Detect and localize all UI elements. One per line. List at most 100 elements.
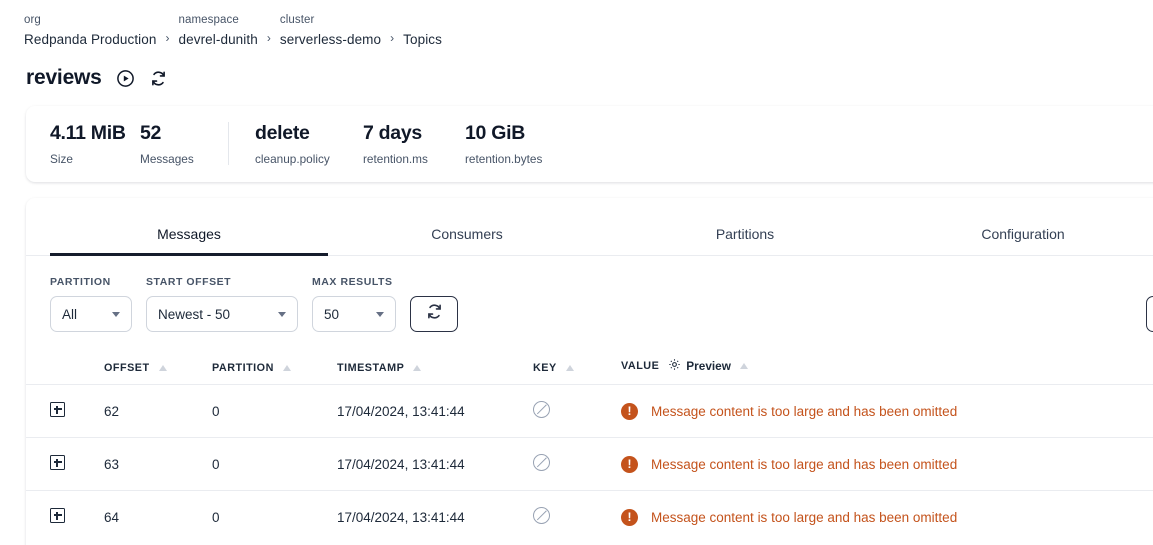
stat-messages-label: Messages <box>140 151 194 166</box>
message-filters: PARTITION All START OFFSET Newest - 50 M… <box>26 256 1153 332</box>
partition-filter: PARTITION All <box>50 276 132 332</box>
row-expand-cell <box>26 385 104 438</box>
row-expand-cell <box>26 491 104 544</box>
stat-messages: 52 Messages <box>140 122 220 165</box>
row-offset: 63 <box>104 456 120 472</box>
row-value: ! Message content is too large and has b… <box>621 491 1153 544</box>
breadcrumb-value-topics[interactable]: Topics <box>403 32 442 47</box>
play-circle-icon[interactable] <box>116 69 135 88</box>
table-header-key: KEY <box>533 350 621 385</box>
table-header-key-label: KEY <box>533 362 557 374</box>
sort-ascending-icon[interactable] <box>282 365 291 371</box>
actions-button[interactable]: Actions <box>1146 296 1153 332</box>
stat-size: 4.11 MiB Size <box>50 122 140 165</box>
tab-partitions[interactable]: Partitions <box>606 198 884 255</box>
table-header-expand <box>26 350 104 385</box>
row-value: ! Message content is too large and has b… <box>621 438 1153 491</box>
row-value-text: Message content is too large and has bee… <box>651 509 958 525</box>
breadcrumb-kicker-namespace: namespace <box>178 14 239 26</box>
row-value-text: Message content is too large and has bee… <box>651 403 958 419</box>
row-key <box>533 491 621 544</box>
row-key <box>533 438 621 491</box>
stat-retention-bytes-label: retention.bytes <box>465 151 543 166</box>
table-header-offset: OFFSET <box>104 350 212 385</box>
preview-settings-button[interactable]: Preview <box>668 358 731 374</box>
messages-table: OFFSET PARTITION TIMESTAMP KEY VALUE Pre… <box>26 350 1153 543</box>
stat-retention-ms-value: 7 days <box>363 122 422 145</box>
breadcrumb-item-topics[interactable]: Topics <box>403 32 442 47</box>
sort-ascending-icon[interactable] <box>413 365 422 371</box>
table-row[interactable]: 63 0 17/04/2024, 13:41:44 ! Message cont… <box>26 437 1153 491</box>
stat-size-label: Size <box>50 151 73 166</box>
max-results-filter-label: MAX RESULTS <box>312 276 393 288</box>
stat-size-value: 4.11 MiB <box>50 122 126 145</box>
max-results-select[interactable]: 50 <box>312 296 396 332</box>
row-offset: 64 <box>104 509 120 525</box>
page-title: reviews <box>26 66 102 89</box>
sort-ascending-icon[interactable] <box>565 365 574 371</box>
table-header-offset-label: OFFSET <box>104 362 150 374</box>
row-offset: 62 <box>104 403 120 419</box>
stat-retention-bytes: 10 GiB retention.bytes <box>465 122 575 165</box>
null-icon <box>533 401 550 418</box>
max-results-filter: MAX RESULTS 50 <box>312 276 396 332</box>
row-partition: 0 <box>212 509 220 525</box>
breadcrumb-value-cluster[interactable]: serverless-demo <box>280 32 381 47</box>
table-header-value-label: VALUE <box>621 360 660 372</box>
start-offset-filter-label: START OFFSET <box>146 276 232 288</box>
start-offset-select[interactable]: Newest - 50 <box>146 296 298 332</box>
breadcrumb-item-org[interactable]: org Redpanda Production <box>24 14 157 47</box>
stat-messages-value: 52 <box>140 122 162 145</box>
refresh-icon[interactable] <box>149 69 168 88</box>
breadcrumb-item-cluster[interactable]: cluster serverless-demo <box>279 14 381 47</box>
tab-consumers[interactable]: Consumers <box>328 198 606 255</box>
expand-row-icon[interactable] <box>50 455 65 470</box>
stat-cleanup-policy-label: cleanup.policy <box>255 151 330 166</box>
row-value: ! Message content is too large and has b… <box>621 385 1153 438</box>
table-header-value: VALUE Preview <box>621 350 1153 385</box>
sort-ascending-icon[interactable] <box>739 363 748 369</box>
table-row[interactable]: 62 0 17/04/2024, 13:41:44 ! Message cont… <box>26 384 1153 438</box>
table-header-timestamp-label: TIMESTAMP <box>337 362 405 374</box>
expand-row-icon[interactable] <box>50 402 65 417</box>
start-offset-filter: START OFFSET Newest - 50 <box>146 276 298 332</box>
warning-icon: ! <box>621 508 638 526</box>
breadcrumb-item-namespace[interactable]: namespace devrel-dunith <box>178 14 258 47</box>
tab-configuration[interactable]: Configuration <box>884 198 1153 255</box>
breadcrumb-separator-3: › <box>390 31 395 45</box>
row-expand-cell <box>26 438 104 491</box>
breadcrumb-value-namespace[interactable]: devrel-dunith <box>179 32 258 47</box>
topic-detail-panel: Messages Consumers Partitions Configurat… <box>26 198 1153 545</box>
row-key <box>533 385 621 438</box>
tab-messages[interactable]: Messages <box>50 198 328 256</box>
topic-stats-card: 4.11 MiB Size 52 Messages delete cleanup… <box>26 106 1153 182</box>
breadcrumb-kicker-cluster: cluster <box>279 14 315 26</box>
breadcrumb-separator-2: › <box>266 31 271 45</box>
table-header-timestamp: TIMESTAMP <box>337 350 533 385</box>
row-timestamp: 17/04/2024, 13:41:44 <box>337 509 465 525</box>
expand-row-icon[interactable] <box>50 508 65 523</box>
start-offset-select-value: Newest - 50 <box>158 306 231 322</box>
null-icon <box>533 454 550 471</box>
refresh-messages-button[interactable] <box>410 296 458 332</box>
stat-retention-ms-label: retention.ms <box>363 151 428 166</box>
warning-icon: ! <box>621 455 638 473</box>
chevron-down-icon <box>278 311 286 317</box>
row-timestamp: 17/04/2024, 13:41:44 <box>337 403 465 419</box>
null-icon <box>533 507 550 524</box>
row-value-text: Message content is too large and has bee… <box>651 456 958 472</box>
breadcrumb-value-org[interactable]: Redpanda Production <box>24 32 157 47</box>
row-partition: 0 <box>212 403 220 419</box>
refresh-icon <box>425 302 444 326</box>
partition-filter-label: PARTITION <box>50 276 111 288</box>
row-timestamp: 17/04/2024, 13:41:44 <box>337 456 465 472</box>
sort-ascending-icon[interactable] <box>158 365 167 371</box>
chevron-down-icon <box>112 311 120 317</box>
stat-retention-bytes-value: 10 GiB <box>465 122 525 145</box>
row-partition: 0 <box>212 456 220 472</box>
partition-select[interactable]: All <box>50 296 132 332</box>
table-header-row: OFFSET PARTITION TIMESTAMP KEY VALUE Pre… <box>26 350 1153 385</box>
breadcrumb-kicker-org: org <box>24 14 41 26</box>
max-results-select-value: 50 <box>324 306 340 322</box>
table-row[interactable]: 64 0 17/04/2024, 13:41:44 ! Message cont… <box>26 490 1153 544</box>
